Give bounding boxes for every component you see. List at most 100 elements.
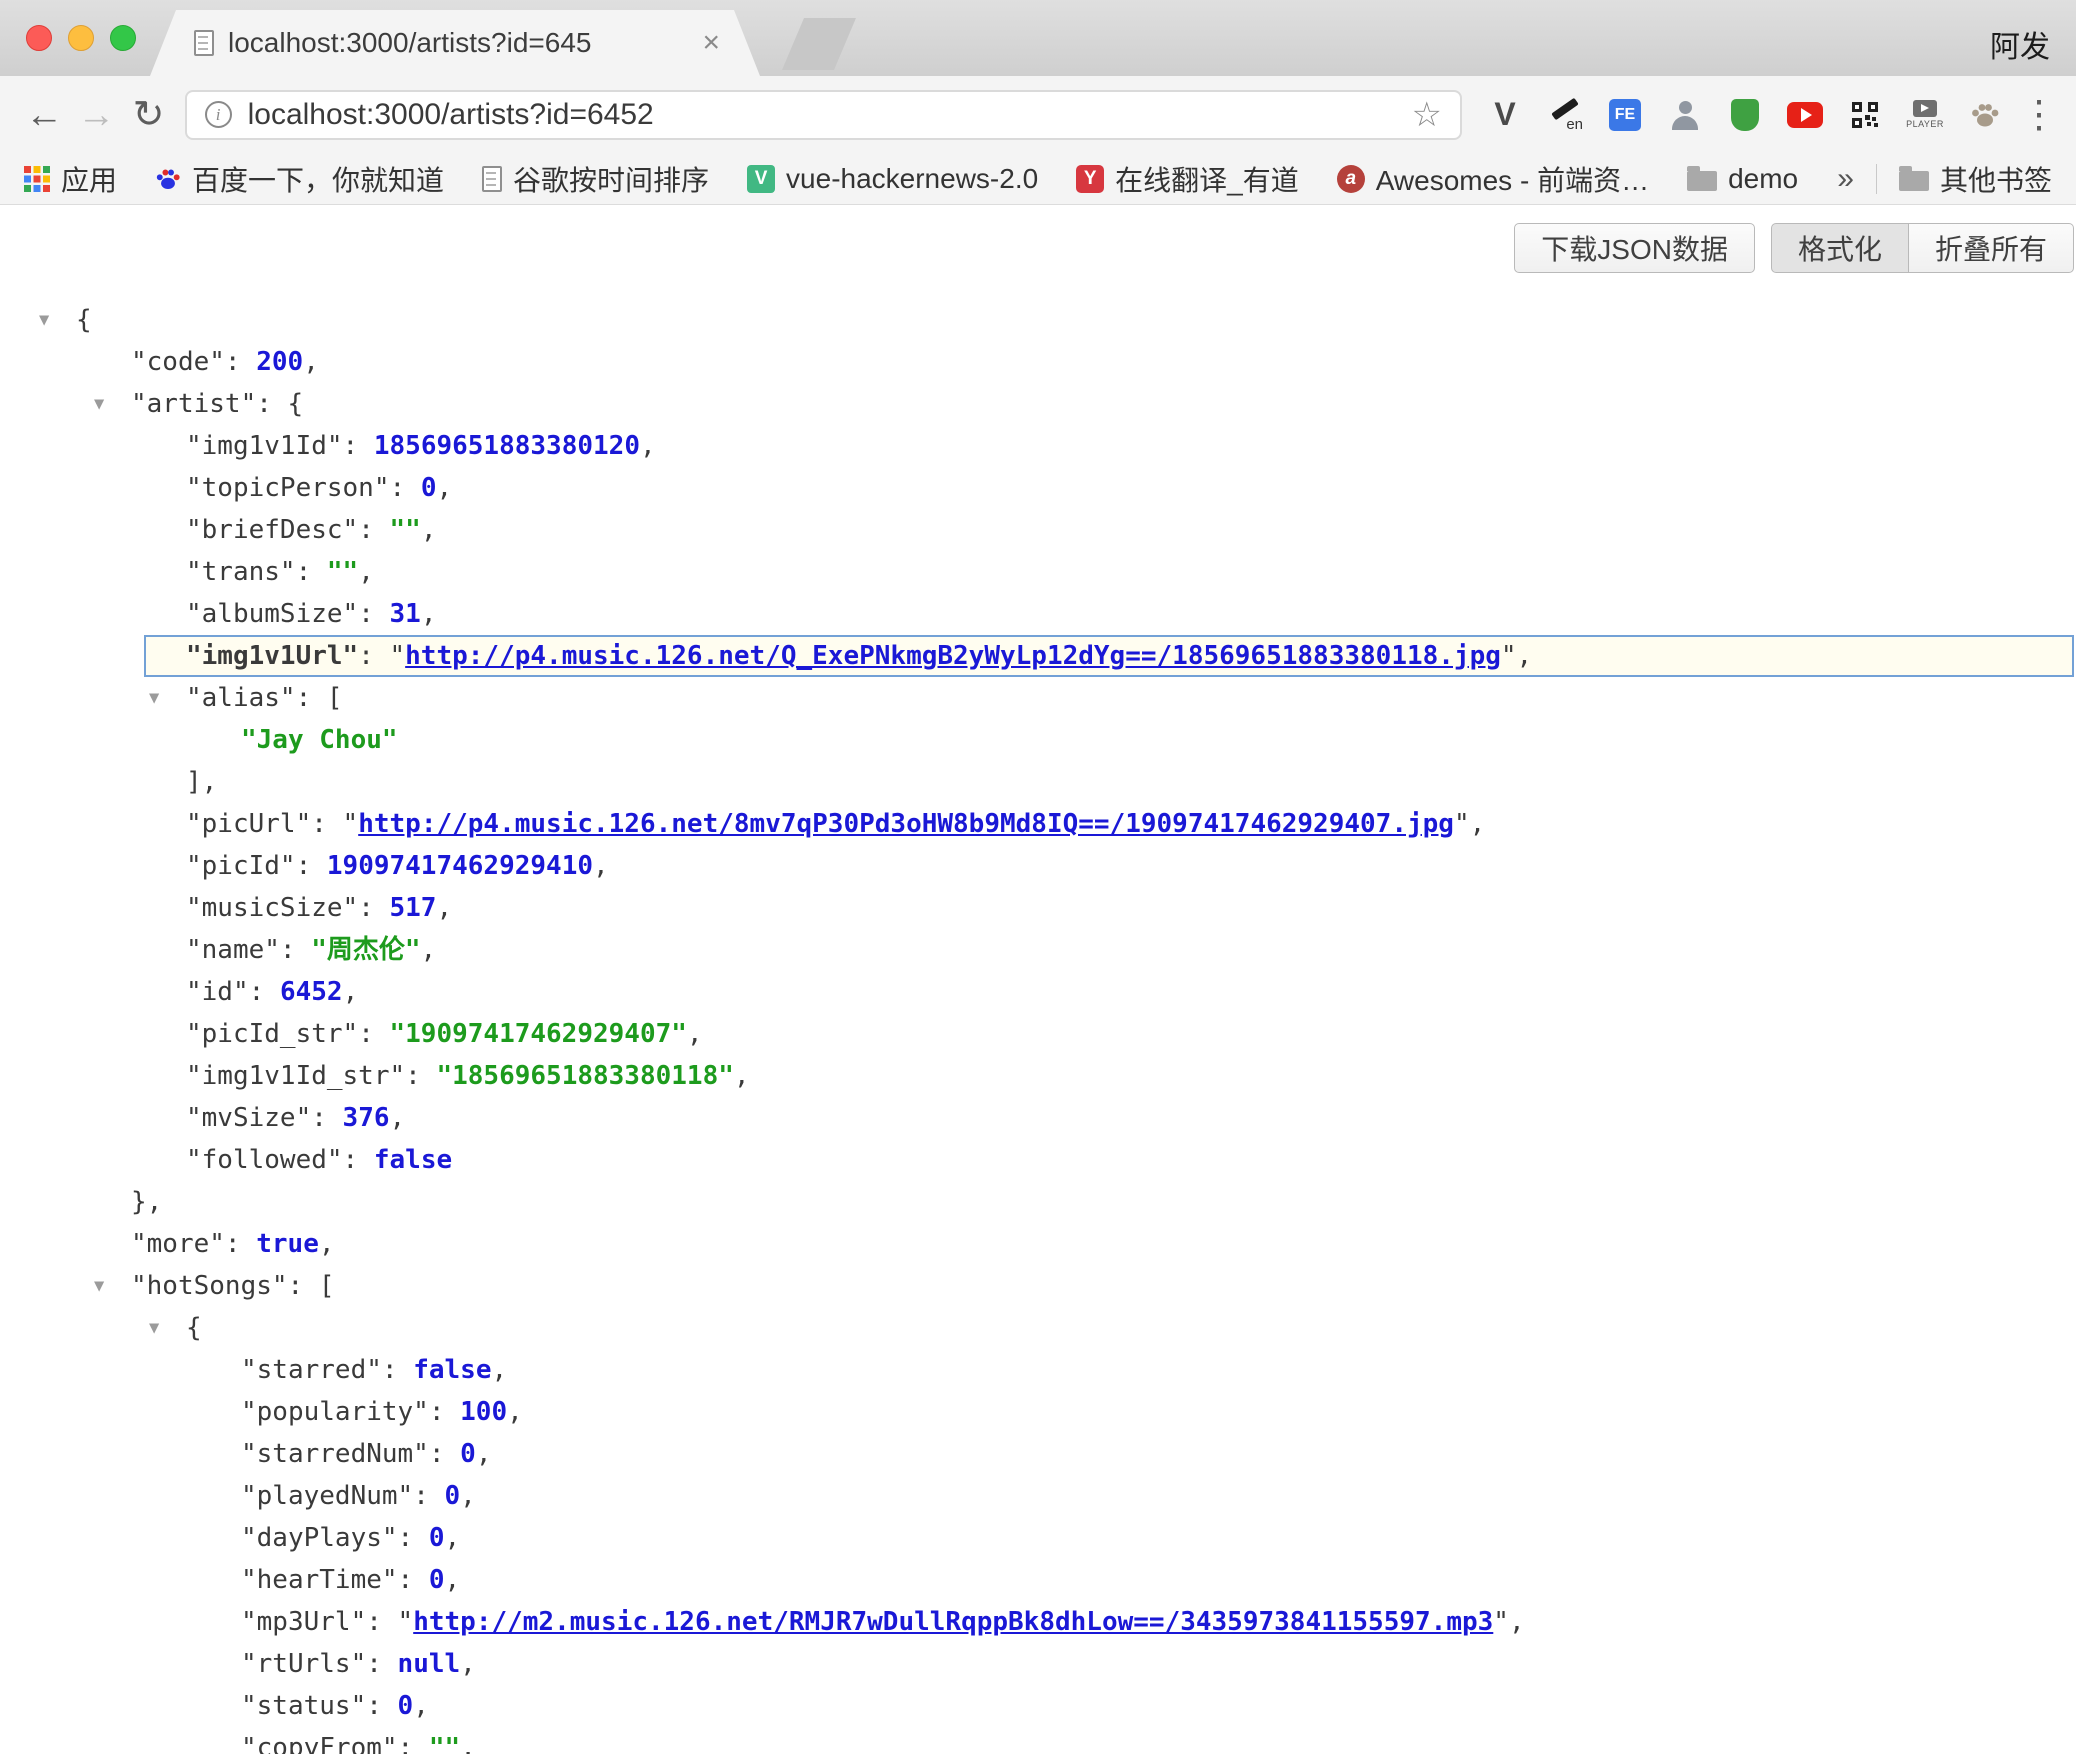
json-token-punc: : bbox=[398, 1565, 429, 1595]
minimize-window-button[interactable] bbox=[68, 25, 94, 51]
bookmarks-bar: 应用 百度一下，你就知道 谷歌按时间排序 V vue-hackernews-2.… bbox=[0, 153, 2076, 205]
folder-icon bbox=[1899, 171, 1929, 191]
window-controls bbox=[26, 25, 136, 51]
json-token-null: null bbox=[398, 1649, 461, 1679]
paw-extension-icon[interactable] bbox=[1966, 95, 2004, 135]
json-token-num: 18569651883380120 bbox=[374, 431, 640, 461]
json-token-key: "hearTime" bbox=[241, 1565, 398, 1595]
json-url-link[interactable]: http://p4.music.126.net/Q_ExePNkmgB2yWyL… bbox=[405, 641, 1501, 671]
json-line: "dayPlays": 0, bbox=[0, 1517, 2076, 1559]
json-line: "musicSize": 517, bbox=[0, 887, 2076, 929]
browser-tab[interactable]: localhost:3000/artists?id=645 × bbox=[150, 10, 760, 76]
youdao-icon: Y bbox=[1076, 165, 1104, 193]
tab-close-icon[interactable]: × bbox=[702, 28, 720, 58]
bookmark-star-icon[interactable]: ☆ bbox=[1412, 95, 1442, 135]
collapse-arrow-icon[interactable]: ▼ bbox=[94, 1265, 104, 1307]
youdao-pen-extension-icon[interactable]: en bbox=[1546, 95, 1584, 135]
person-silhouette-icon bbox=[1669, 99, 1701, 131]
close-window-button[interactable] bbox=[26, 25, 52, 51]
qr-code-extension-icon[interactable] bbox=[1846, 95, 1884, 135]
bookmark-awesomes[interactable]: a Awesomes - 前端资… bbox=[1337, 159, 1649, 199]
url-text[interactable]: localhost:3000/artists?id=6452 bbox=[248, 98, 654, 132]
json-token-key: "copyFrom" bbox=[241, 1733, 398, 1754]
collapse-arrow-icon[interactable]: ▼ bbox=[149, 1307, 159, 1349]
json-token-punc: : bbox=[343, 431, 374, 461]
json-line: "albumSize": 31, bbox=[0, 593, 2076, 635]
json-url-link[interactable]: http://m2.music.126.net/RMJR7wDullRqppBk… bbox=[413, 1607, 1493, 1637]
json-token-punc: , bbox=[460, 1733, 476, 1754]
json-token-punc: : bbox=[296, 557, 327, 587]
json-token-punc: , bbox=[507, 1397, 523, 1427]
json-quote: " bbox=[1501, 641, 1517, 671]
json-line: "trans": "", bbox=[0, 551, 2076, 593]
json-token-punc: : bbox=[249, 977, 280, 1007]
bookmark-google-sort[interactable]: 谷歌按时间排序 bbox=[482, 159, 709, 199]
json-token-str: "18569651883380118" bbox=[436, 1061, 733, 1091]
youtube-extension-icon[interactable] bbox=[1786, 95, 1824, 135]
format-button[interactable]: 格式化 bbox=[1771, 223, 1909, 273]
bookmark-demo[interactable]: demo bbox=[1687, 163, 1798, 195]
player-label: PLAYER bbox=[1906, 119, 1944, 129]
forward-button[interactable]: → bbox=[70, 96, 122, 134]
person-extension-icon[interactable] bbox=[1666, 95, 1704, 135]
json-token-key: "img1v1Id_str" bbox=[186, 1061, 405, 1091]
chrome-menu-icon[interactable]: ⋮ bbox=[2020, 92, 2058, 137]
json-quote: " bbox=[390, 641, 406, 671]
json-token-punc: , bbox=[436, 893, 452, 923]
json-token-punc: , bbox=[390, 1103, 406, 1133]
bookmark-label: Awesomes - 前端资… bbox=[1376, 159, 1649, 199]
collapse-arrow-icon[interactable]: ▼ bbox=[39, 299, 49, 341]
json-token-key: "picUrl" bbox=[186, 809, 311, 839]
json-url-link[interactable]: http://p4.music.126.net/8mv7qP30Pd3oHW8b… bbox=[358, 809, 1454, 839]
json-token-punc: : bbox=[405, 1061, 436, 1091]
vimium-extension-icon[interactable]: V bbox=[1486, 95, 1524, 135]
bookmark-youdao-translate[interactable]: Y 在线翻译_有道 bbox=[1076, 159, 1299, 199]
json-token-punc: , bbox=[1470, 809, 1486, 839]
baidu-paw-icon bbox=[155, 166, 181, 192]
bookmark-vue-hackernews[interactable]: V vue-hackernews-2.0 bbox=[747, 163, 1038, 195]
collapse-arrow-icon[interactable]: ▼ bbox=[94, 383, 104, 425]
address-bar[interactable]: i localhost:3000/artists?id=6452 ☆ bbox=[185, 90, 1462, 140]
json-token-punc: : bbox=[358, 641, 389, 671]
player-extension-icon[interactable]: PLAYER bbox=[1906, 95, 1944, 135]
bookmark-baidu[interactable]: 百度一下，你就知道 bbox=[155, 159, 444, 199]
bookmark-label: demo bbox=[1728, 163, 1798, 195]
other-bookmarks-folder[interactable]: 其他书签 bbox=[1899, 159, 2052, 199]
fe-extension-icon[interactable]: FE bbox=[1606, 95, 1644, 135]
shield-extension-icon[interactable] bbox=[1726, 95, 1764, 135]
tab-title: localhost:3000/artists?id=645 bbox=[228, 27, 591, 59]
bookmark-label: 谷歌按时间排序 bbox=[513, 159, 709, 199]
json-line: "playedNum": 0, bbox=[0, 1475, 2076, 1517]
collapse-arrow-icon[interactable]: ▼ bbox=[149, 677, 159, 719]
bookmarks-overflow-chevron-icon[interactable]: » bbox=[1837, 162, 1854, 196]
green-shield-icon bbox=[1731, 99, 1759, 131]
json-token-key: "artist" bbox=[131, 389, 256, 419]
profile-name[interactable]: 阿发 bbox=[1990, 22, 2050, 66]
bookmark-apps[interactable]: 应用 bbox=[24, 159, 117, 199]
json-token-key: "dayPlays" bbox=[241, 1523, 398, 1553]
json-line: "starredNum": 0, bbox=[0, 1433, 2076, 1475]
json-line: "name": "周杰伦", bbox=[0, 929, 2076, 971]
reload-button[interactable]: ↻ bbox=[122, 96, 174, 134]
json-line: "status": 0, bbox=[0, 1685, 2076, 1727]
download-json-button[interactable]: 下载JSON数据 bbox=[1514, 223, 1755, 273]
json-token-punc: : bbox=[358, 599, 389, 629]
json-token-key: "topicPerson" bbox=[186, 473, 390, 503]
json-token-punc: , bbox=[460, 1481, 476, 1511]
page-info-icon[interactable]: i bbox=[205, 101, 232, 128]
json-token-num: 0 bbox=[460, 1439, 476, 1469]
json-token-str: "Jay Chou" bbox=[241, 725, 398, 755]
collapse-all-button[interactable]: 折叠所有 bbox=[1909, 223, 2074, 273]
json-token-punc: , bbox=[421, 515, 437, 545]
json-token-punc: , bbox=[358, 557, 374, 587]
json-token-key: "playedNum" bbox=[241, 1481, 413, 1511]
json-token-punc: : bbox=[311, 1103, 342, 1133]
json-token-punc: , bbox=[640, 431, 656, 461]
json-token-punc: : { bbox=[256, 389, 303, 419]
back-button[interactable]: ← bbox=[18, 96, 70, 134]
json-token-num: 376 bbox=[343, 1103, 390, 1133]
json-token-punc: , bbox=[687, 1019, 703, 1049]
fullscreen-window-button[interactable] bbox=[110, 25, 136, 51]
json-token-punc: , bbox=[445, 1565, 461, 1595]
new-tab-button[interactable] bbox=[782, 18, 856, 70]
